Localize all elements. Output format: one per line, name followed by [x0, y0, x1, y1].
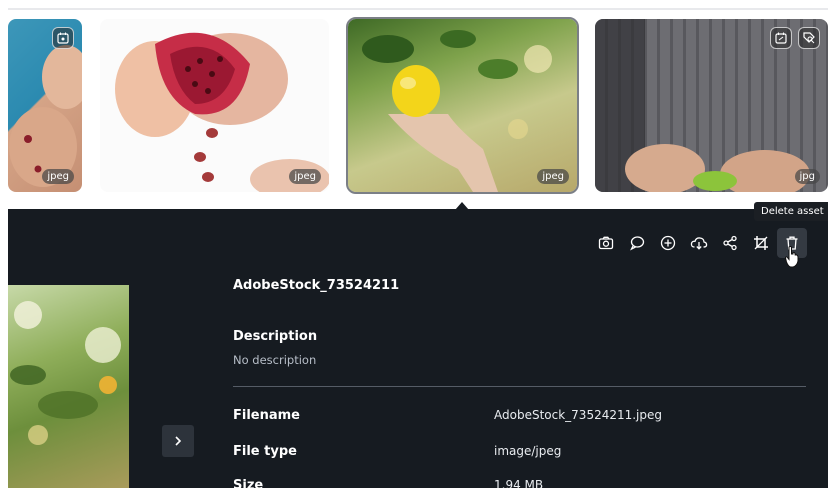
description-value: No description	[233, 353, 317, 367]
crop-icon	[754, 236, 768, 250]
thumbnail-3-selected[interactable]: jpeg	[346, 17, 579, 194]
file-extension-badge: jpeg	[289, 169, 321, 184]
size-label: Size	[233, 478, 264, 488]
thumbnail-2[interactable]: jpeg	[100, 19, 329, 192]
asset-toolbar	[591, 228, 811, 258]
asset-gallery: jpeg jpeg jpeg jpg Delete asset AdobeSto…	[8, 0, 828, 488]
description-label: Description	[233, 329, 318, 344]
share-button[interactable]	[715, 228, 745, 258]
next-asset-button[interactable]	[162, 425, 194, 457]
pointer-cursor-icon	[784, 246, 799, 268]
section-divider	[233, 386, 806, 387]
file-type-value: image/jpeg	[494, 444, 562, 458]
size-value: 1.94 MB	[494, 478, 544, 488]
file-extension-badge: jpg	[794, 169, 820, 184]
comment-button[interactable]	[622, 228, 652, 258]
camera-button[interactable]	[591, 228, 621, 258]
eye-calendar-icon[interactable]	[52, 27, 74, 49]
download-button[interactable]	[684, 228, 714, 258]
cloud-download-icon	[690, 237, 708, 250]
filename-value: AdobeStock_73524211.jpeg	[494, 408, 663, 422]
add-circle-icon	[660, 235, 676, 251]
file-extension-badge: jpeg	[537, 169, 569, 184]
add-button[interactable]	[653, 228, 683, 258]
crop-button[interactable]	[746, 228, 776, 258]
top-divider	[8, 8, 828, 10]
calendar-edit-icon[interactable]	[770, 27, 792, 49]
camera-icon	[598, 236, 614, 250]
file-type-label: File type	[233, 444, 297, 459]
asset-preview-image	[8, 285, 129, 488]
chevron-right-icon	[175, 436, 182, 446]
file-extension-badge: jpeg	[42, 169, 74, 184]
delete-tooltip: Delete asset	[754, 202, 828, 221]
tag-search-icon[interactable]	[798, 27, 820, 49]
filename-label: Filename	[233, 408, 300, 423]
asset-title: AdobeStock_73524211	[233, 278, 400, 293]
share-icon	[723, 235, 737, 251]
thumbnail-1[interactable]: jpeg	[8, 19, 82, 192]
comment-icon	[630, 236, 645, 251]
thumbnail-4[interactable]: jpg	[595, 19, 828, 192]
